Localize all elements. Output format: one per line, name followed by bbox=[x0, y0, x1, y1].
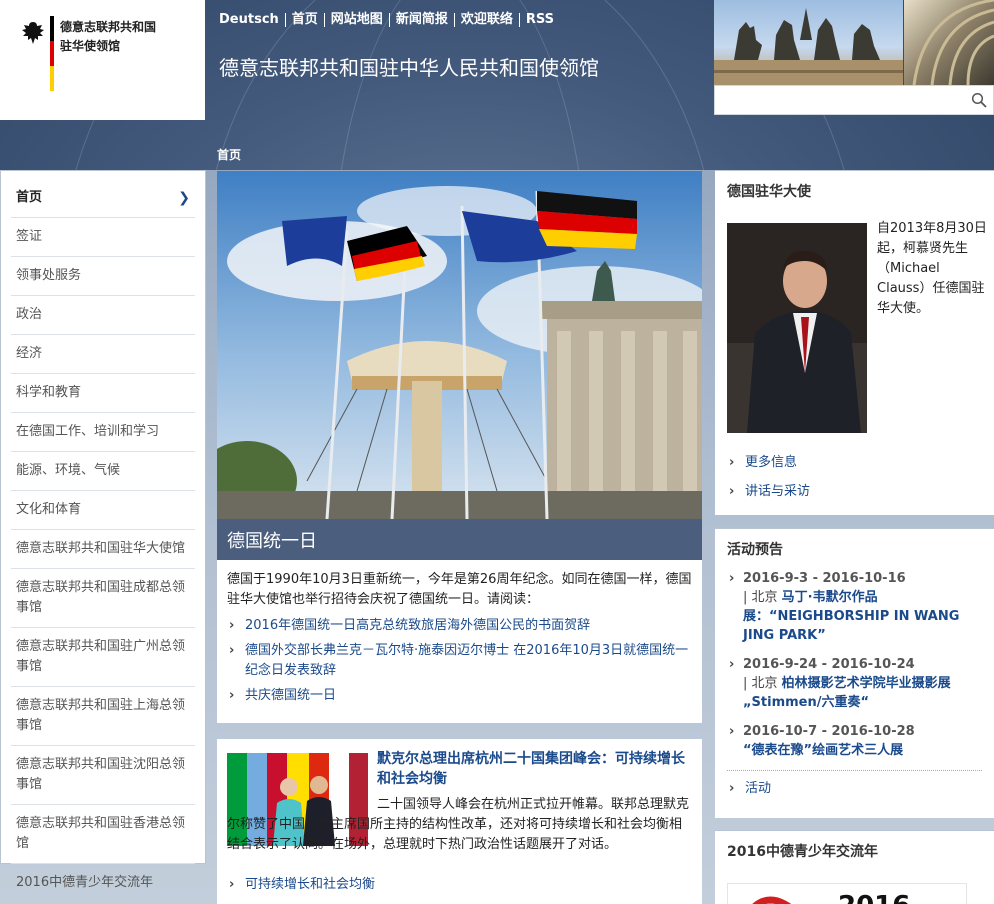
sidebar-item-label: 德意志联邦共和国驻成都总领事馆 bbox=[16, 580, 186, 615]
sidebar-item-economy[interactable]: 经济 bbox=[11, 335, 195, 374]
german-flag-bar bbox=[50, 16, 54, 91]
sidebar-item-label: 德意志联邦共和国驻广州总领事馆 bbox=[16, 639, 186, 674]
logo-text: 德意志联邦共和国 驻华使领馆 bbox=[60, 18, 200, 56]
sidebar-item-home[interactable]: 首页 ❯ bbox=[11, 179, 195, 218]
sidebar-item-label: 首页 bbox=[16, 190, 43, 205]
sidebar-item-shanghai[interactable]: 德意志联邦共和国驻上海总领事馆 bbox=[11, 687, 195, 746]
sidebar-item-label: 政治 bbox=[16, 307, 43, 322]
search-icon[interactable] bbox=[971, 92, 987, 108]
link-more-info[interactable]: 更多信息 bbox=[727, 453, 810, 473]
event-title: “德表在豫”绘画艺术三人展 bbox=[743, 743, 904, 758]
g20-body: 二十国领导人峰会在杭州正式拉开帷幕。联邦总理默克尔称赞了中国作为主席国所主持的结… bbox=[227, 797, 690, 852]
flag-red bbox=[50, 41, 54, 66]
flag-gold bbox=[50, 66, 54, 91]
events-links: 活动 bbox=[727, 779, 982, 799]
logo-line-2: 驻华使领馆 bbox=[60, 39, 121, 53]
sidebar-item-energy[interactable]: 能源、环境、气候 bbox=[11, 452, 195, 491]
nav-sitemap[interactable]: 网站地图 bbox=[323, 13, 389, 27]
search-bar bbox=[714, 85, 994, 115]
sidebar-item-label: 科学和教育 bbox=[16, 385, 82, 400]
logo-line-1: 德意志联邦共和国 bbox=[60, 20, 157, 34]
g20-news-card: 默克尔总理出席杭州二十国集团峰会：可持续增长和社会均衡 二十国领导人峰会在杭州正… bbox=[217, 739, 702, 904]
sidebar-item-label: 在德国工作、培训和学习 bbox=[16, 424, 160, 439]
nav-deutsch[interactable]: Deutsch bbox=[219, 13, 285, 27]
link-president-greeting[interactable]: 2016年德国统一日高克总统致旅居海外德国公民的书面贺辞 bbox=[227, 616, 692, 636]
sidebar-item-politics[interactable]: 政治 bbox=[11, 296, 195, 335]
sidebar-item-science[interactable]: 科学和教育 bbox=[11, 374, 195, 413]
federal-eagle-icon bbox=[22, 22, 44, 44]
link-speeches[interactable]: 讲话与采访 bbox=[727, 482, 810, 502]
nav-newsletter[interactable]: 新闻简报 bbox=[388, 13, 454, 27]
sidebar-item-label: 文化和体育 bbox=[16, 502, 82, 517]
nav-home[interactable]: 首页 bbox=[284, 13, 324, 27]
brandenburg-quadriga-photo bbox=[714, 0, 903, 85]
breadcrumb: 首页 bbox=[217, 148, 242, 162]
link-steinmeier-speech[interactable]: 德国外交部长弗兰克－瓦尔特·施泰因迈尔博士 在2016年10月3日就德国统一纪念… bbox=[227, 641, 692, 681]
sidebar-item-label: 能源、环境、气候 bbox=[16, 463, 121, 478]
event-dates: 2016-9-24 - 2016-10-24 bbox=[743, 657, 915, 672]
events-box: 活动预告 2016-9-3 - 2016-10-16 | 北京 马丁·韦默尔作品… bbox=[715, 528, 994, 818]
chevron-right-icon: ❯ bbox=[178, 190, 190, 206]
link-events[interactable]: 活动 bbox=[727, 779, 982, 799]
hero-caption: 德国统一日 bbox=[217, 519, 702, 560]
event-item[interactable]: 2016-10-7 - 2016-10-28 “德表在豫”绘画艺术三人展 bbox=[727, 722, 982, 760]
youth-year-box: 2016中德青少年交流年 2016 bbox=[715, 830, 994, 904]
ambassador-links: 更多信息 讲话与采访 bbox=[727, 453, 810, 511]
unity-day-card: 德国于1990年10月3日重新统一，今年是第26周年纪念。如同在德国一样，德国驻… bbox=[217, 560, 702, 723]
youth-year-title: 2016中德青少年交流年 bbox=[727, 844, 878, 860]
event-item[interactable]: 2016-9-3 - 2016-10-16 | 北京 马丁·韦默尔作品展：“NE… bbox=[727, 569, 982, 645]
sidebar-item-hongkong[interactable]: 德意志联邦共和国驻香港总领馆 bbox=[11, 805, 195, 864]
hero-image-unity-day[interactable] bbox=[217, 171, 702, 519]
g20-links: 可持续增长和社会均衡 bbox=[227, 875, 375, 900]
unity-day-intro: 德国于1990年10月3日重新统一，今年是第26周年纪念。如同在德国一样，德国驻… bbox=[227, 572, 692, 607]
ambassador-title: 德国驻华大使 bbox=[727, 184, 811, 200]
sidebar-item-label: 德意志联邦共和国驻华大使馆 bbox=[16, 541, 186, 556]
youth-logo-text: 2016 bbox=[838, 891, 910, 904]
reichstag-dome-photo bbox=[904, 0, 994, 85]
event-dates: 2016-9-3 - 2016-10-16 bbox=[743, 571, 906, 586]
sidebar-item-label: 德意志联邦共和国驻上海总领事馆 bbox=[16, 698, 186, 733]
event-city: | 北京 bbox=[743, 590, 782, 605]
ambassador-box: 德国驻华大使 自2013年8月30日起，柯慕贤先生（Michael Clauss… bbox=[715, 170, 994, 515]
sidebar-item-shenyang[interactable]: 德意志联邦共和国驻沈阳总领事馆 bbox=[11, 746, 195, 805]
event-dates: 2016-10-7 - 2016-10-28 bbox=[743, 724, 915, 739]
sidebar-item-label: 德意志联邦共和国驻沈阳总领事馆 bbox=[16, 757, 186, 792]
search-input[interactable] bbox=[715, 86, 960, 114]
link-celebrate-unity[interactable]: 共庆德国统一日 bbox=[227, 686, 692, 706]
sidebar-item-consular[interactable]: 领事处服务 bbox=[11, 257, 195, 296]
sidebar-item-label: 领事处服务 bbox=[16, 268, 82, 283]
link-sustainable-growth[interactable]: 可持续增长和社会均衡 bbox=[227, 875, 375, 895]
sidebar-item-chengdu[interactable]: 德意志联邦共和国驻成都总领事馆 bbox=[11, 569, 195, 628]
g20-headline[interactable]: 默克尔总理出席杭州二十国集团峰会：可持续增长和社会均衡 bbox=[377, 749, 695, 789]
sidebar-item-label: 经济 bbox=[16, 346, 43, 361]
sidebar-item-youth-year[interactable]: 2016中德青少年交流年 bbox=[11, 864, 195, 902]
sidebar-item-embassy[interactable]: 德意志联邦共和国驻华大使馆 bbox=[11, 530, 195, 569]
sidebar-item-culture[interactable]: 文化和体育 bbox=[11, 491, 195, 530]
ambassador-text: 自2013年8月30日起，柯慕贤先生（Michael Clauss）任德国驻华大… bbox=[877, 221, 987, 316]
site-logo[interactable]: 德意志联邦共和国 驻华使领馆 bbox=[0, 0, 205, 120]
sidebar-nav: 首页 ❯ 签证 领事处服务 政治 经济 科学和教育 在德国工作、培训和学习 能源… bbox=[0, 170, 206, 890]
event-city: | 北京 bbox=[743, 676, 782, 691]
flag-black bbox=[50, 16, 54, 41]
sidebar-item-guangzhou[interactable]: 德意志联邦共和国驻广州总领事馆 bbox=[11, 628, 195, 687]
unity-day-links: 2016年德国统一日高克总统致旅居海外德国公民的书面贺辞 德国外交部长弗兰克－瓦… bbox=[227, 616, 692, 706]
divider bbox=[727, 770, 982, 771]
ambassador-photo bbox=[727, 223, 867, 433]
sidebar-item-visa[interactable]: 签证 bbox=[11, 218, 195, 257]
events-title: 活动预告 bbox=[727, 542, 783, 558]
site-title: 德意志联邦共和国驻中华人民共和国使领馆 bbox=[219, 56, 599, 80]
sidebar-item-label: 签证 bbox=[16, 229, 43, 244]
nav-contact[interactable]: 欢迎联络 bbox=[453, 13, 519, 27]
sidebar-item-label: 德意志联邦共和国驻香港总领馆 bbox=[16, 816, 186, 851]
sidebar-item-label: 2016中德青少年交流年 bbox=[16, 875, 154, 890]
nav-rss[interactable]: RSS bbox=[518, 13, 560, 27]
top-nav: Deutsch 首页 网站地图 新闻简报 欢迎联络 RSS bbox=[219, 10, 560, 30]
youth-year-logo[interactable]: 2016 bbox=[727, 883, 967, 904]
sidebar-item-work-study[interactable]: 在德国工作、培训和学习 bbox=[11, 413, 195, 452]
event-item[interactable]: 2016-9-24 - 2016-10-24 | 北京 柏林摄影艺术学院毕业摄影… bbox=[727, 655, 982, 712]
